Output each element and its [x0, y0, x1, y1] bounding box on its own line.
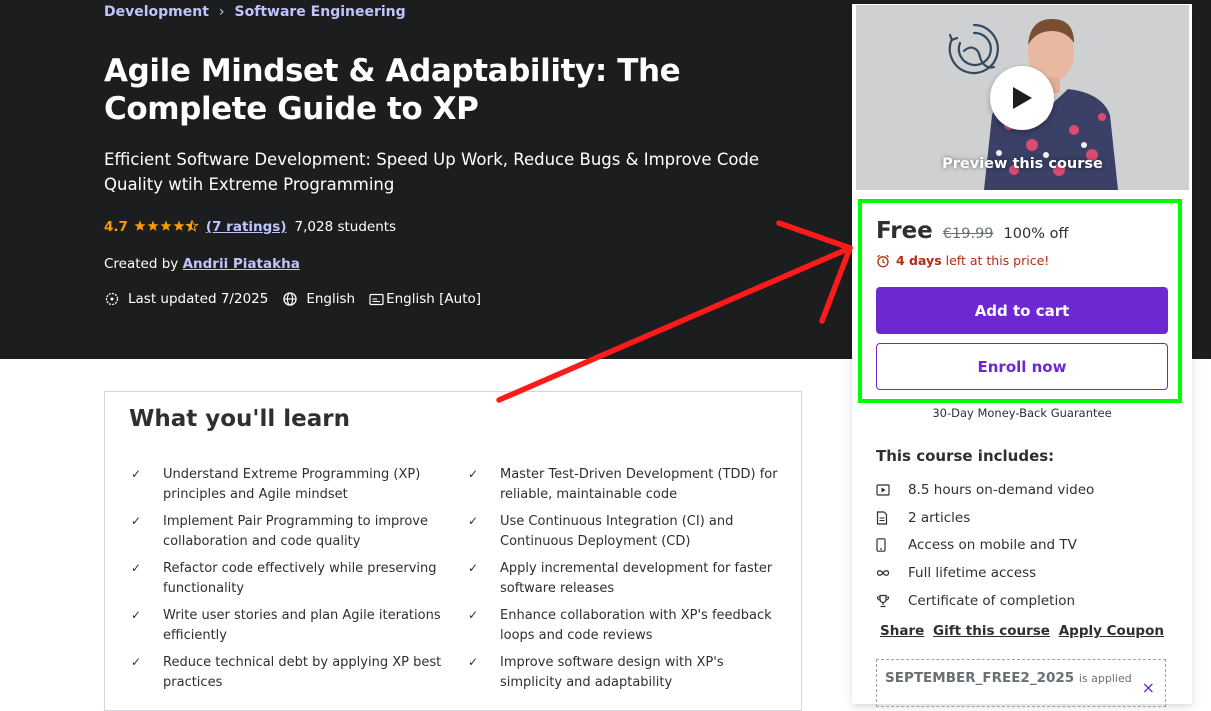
- play-button[interactable]: [990, 66, 1054, 130]
- sidebar-links: Share Gift this course Apply Coupon: [880, 623, 1164, 639]
- apply-coupon-link[interactable]: Apply Coupon: [1059, 623, 1164, 639]
- alarm-clock-icon: [877, 254, 889, 267]
- learn-item-text: Master Test-Driven Development (TDD) for…: [500, 467, 778, 502]
- current-price: Free: [876, 218, 933, 244]
- share-link[interactable]: Share: [880, 623, 924, 639]
- includes-item: Certificate of completion: [876, 587, 1094, 615]
- check-icon: ✓: [468, 467, 479, 481]
- learn-list: ✓ Understand Extreme Programming (XP) pri…: [129, 465, 779, 692]
- learn-item: ✓ Apply incremental development for faste…: [466, 559, 779, 598]
- learn-item: ✓ Implement Pair Programming to improve c…: [129, 512, 466, 551]
- add-to-cart-button[interactable]: Add to cart: [876, 287, 1168, 334]
- learn-heading: What you'll learn: [129, 406, 350, 432]
- course-meta: Last updated 7/2025 English English [Aut…: [104, 291, 495, 307]
- learn-item-text: Improve software design with XP's simpli…: [500, 655, 724, 690]
- includes-item: Access on mobile and TV: [876, 531, 1094, 559]
- coupon-code-text: SEPTEMBER_FREE2_2025: [885, 670, 1075, 686]
- last-updated: Last updated 7/2025: [104, 291, 268, 307]
- includes-item-text: Access on mobile and TV: [908, 537, 1077, 554]
- learn-item-text: Enhance collaboration with XP's feedback…: [500, 608, 772, 643]
- learn-item: ✓ Write user stories and plan Agile itera…: [129, 606, 466, 645]
- infinity-icon: [876, 570, 890, 576]
- captions-icon: [369, 293, 384, 305]
- purchase-sidebar: Preview this course Free €19.99 100% off…: [852, 4, 1192, 707]
- check-icon: ✓: [468, 655, 479, 669]
- course-preview[interactable]: Preview this course: [856, 5, 1189, 190]
- course-language: English: [282, 291, 355, 307]
- includes-item-text: 2 articles: [908, 509, 971, 526]
- applied-coupon-box: SEPTEMBER_FREE2_2025 is applied ×: [876, 659, 1166, 707]
- course-title: Agile Mindset & Adaptability: The Comple…: [104, 53, 681, 127]
- last-updated-text: Last updated 7/2025: [128, 291, 269, 307]
- instructor-link[interactable]: Andrii Piatakha: [183, 256, 300, 272]
- check-icon: ✓: [131, 608, 142, 622]
- timer-text: left at this price!: [945, 253, 1050, 268]
- enroll-now-button[interactable]: Enroll now: [876, 343, 1168, 390]
- mobile-icon: [876, 538, 886, 553]
- play-icon: [1013, 87, 1032, 109]
- check-icon: ✓: [468, 608, 479, 622]
- globe-icon: [283, 292, 297, 306]
- star-rating-icon: [134, 218, 200, 235]
- rating-score: 4.7: [104, 219, 128, 235]
- learn-item: ✓ Understand Extreme Programming (XP) pri…: [129, 465, 466, 504]
- trophy-icon: [876, 594, 890, 607]
- gift-course-link[interactable]: Gift this course: [933, 623, 1050, 639]
- discount-percent: 100% off: [1003, 226, 1069, 242]
- price-row: Free €19.99 100% off: [876, 218, 1068, 244]
- price-timer: 4 days left at this price!: [876, 253, 1049, 268]
- coupon-applied-text: is applied: [1078, 672, 1132, 685]
- captions-text: English [Auto]: [386, 291, 482, 307]
- breadcrumb-development[interactable]: Development: [104, 4, 209, 20]
- includes-list: 8.5 hours on-demand video 2 articles Acc…: [876, 476, 1094, 614]
- learn-item-text: Apply incremental development for faster…: [500, 561, 773, 596]
- breadcrumb: Development › Software Engineering: [104, 4, 406, 20]
- learn-item: ✓ Refactor code effectively while preserv…: [129, 559, 466, 598]
- includes-title: This course includes:: [876, 447, 1055, 465]
- check-icon: ✓: [131, 514, 142, 528]
- learn-item-text: Implement Pair Programming to improve co…: [163, 514, 428, 549]
- check-icon: ✓: [468, 514, 479, 528]
- course-captions: English [Auto]: [369, 291, 481, 307]
- includes-item: 8.5 hours on-demand video: [876, 476, 1094, 504]
- includes-item-text: Certificate of completion: [908, 592, 1076, 609]
- preview-course-label[interactable]: Preview this course: [856, 156, 1189, 172]
- learn-item: ✓ Improve software design with XP's simpl…: [466, 653, 779, 692]
- what-youll-learn-section: What you'll learn ✓ Understand Extreme Pr…: [104, 391, 802, 711]
- learn-item: ✓ Use Continuous Integration (CI) and Con…: [466, 512, 779, 551]
- check-icon: ✓: [131, 467, 142, 481]
- includes-item-text: Full lifetime access: [908, 564, 1037, 581]
- students-count: 7,028 students: [294, 219, 397, 235]
- original-price: €19.99: [942, 226, 994, 242]
- learn-item-text: Understand Extreme Programming (XP) prin…: [163, 467, 421, 502]
- article-icon: [876, 510, 888, 525]
- learn-item-text: Refactor code effectively while preservi…: [163, 561, 437, 596]
- ratings-count-link[interactable]: (7 ratings): [206, 219, 287, 235]
- coupon-code: SEPTEMBER_FREE2_2025 is applied: [885, 670, 1132, 686]
- timer-days: 4 days: [896, 253, 942, 268]
- created-by-label: Created by: [104, 256, 179, 272]
- includes-item-text: 8.5 hours on-demand video: [908, 481, 1095, 498]
- rating-row: 4.7 (7 ratings) 7,028 students: [104, 218, 397, 235]
- video-icon: [876, 484, 890, 496]
- learn-item-text: Use Continuous Integration (CI) and Cont…: [500, 514, 734, 549]
- learn-item-text: Write user stories and plan Agile iterat…: [163, 608, 441, 643]
- check-icon: ✓: [131, 655, 142, 669]
- check-icon: ✓: [468, 561, 479, 575]
- learn-item: ✓ Reduce technical debt by applying XP be…: [129, 653, 466, 692]
- course-subtitle: Efficient Software Development: Speed Up…: [104, 150, 760, 194]
- learn-item-text: Reduce technical debt by applying XP bes…: [163, 655, 442, 690]
- breadcrumb-separator: ›: [218, 4, 225, 20]
- language-text: English: [306, 291, 356, 307]
- breadcrumb-software-engineering[interactable]: Software Engineering: [235, 4, 406, 20]
- includes-item: Full lifetime access: [876, 559, 1094, 587]
- update-badge-icon: [105, 292, 119, 306]
- learn-item: ✓ Enhance collaboration with XP's feedbac…: [466, 606, 779, 645]
- created-by: Created by Andrii Piatakha: [104, 256, 300, 272]
- check-icon: ✓: [131, 561, 142, 575]
- learn-item: ✓ Master Test-Driven Development (TDD) fo…: [466, 465, 779, 504]
- includes-item: 2 articles: [876, 504, 1094, 532]
- money-back-guarantee: 30-Day Money-Back Guarantee: [932, 406, 1112, 420]
